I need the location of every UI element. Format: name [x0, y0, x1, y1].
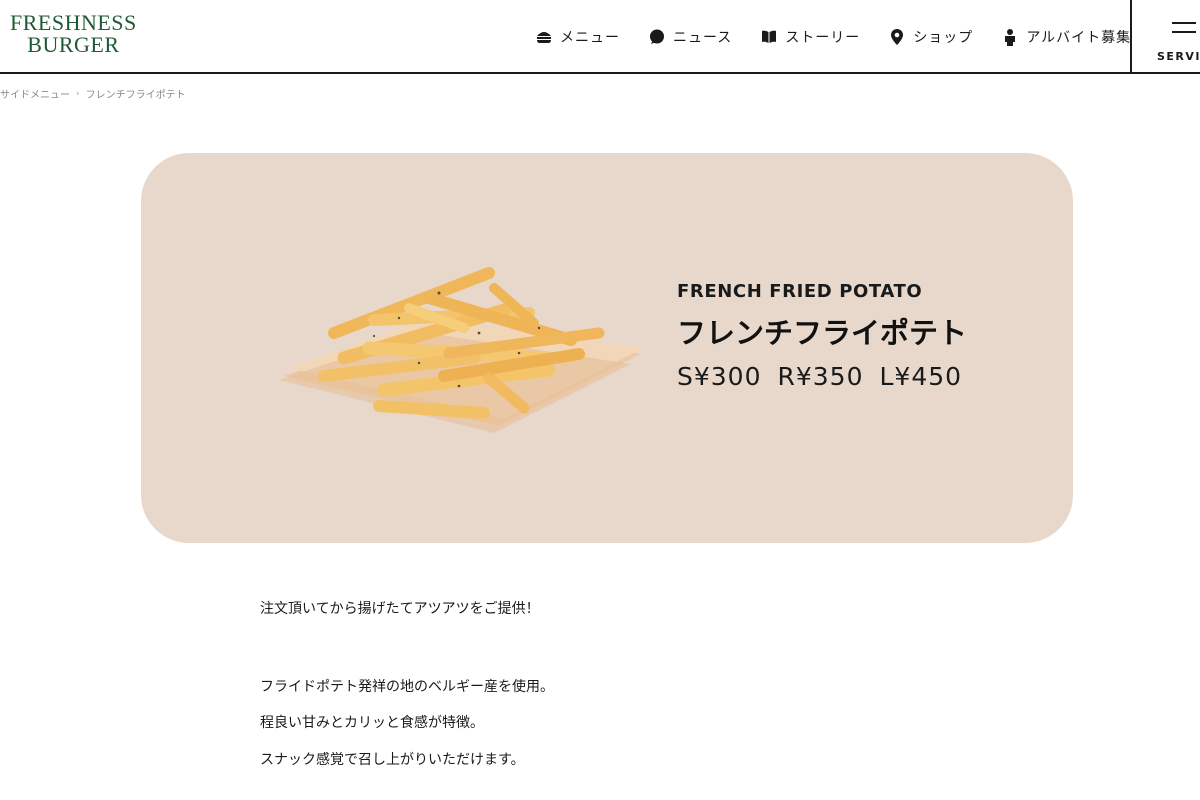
description-line: フライドポテト発祥の地のベルギー産を使用。: [260, 679, 554, 695]
nav-item-menu[interactable]: メニュー: [535, 27, 620, 47]
brand-logo-line1: FRESHNESS: [10, 10, 137, 35]
burger-icon: [535, 28, 553, 46]
price-small: S¥300: [677, 362, 762, 391]
product-hero-card: FRENCH FRIED POTATO フレンチフライポテト S¥300 R¥3…: [141, 153, 1073, 543]
nav-item-news-label: ニュース: [673, 30, 733, 46]
nav-item-story-label: ストーリー: [785, 30, 861, 46]
nav-item-shop-label: ショップ: [913, 30, 974, 46]
price-regular: R¥350: [777, 362, 864, 391]
product-info: FRENCH FRIED POTATO フレンチフライポテト S¥300 R¥3…: [677, 281, 978, 391]
service-menu-toggle[interactable]: SERVICE: [1130, 0, 1200, 72]
breadcrumb-parent-link[interactable]: サイドメニュー: [0, 86, 70, 101]
brand-logo-line2: BURGER: [27, 32, 120, 57]
breadcrumb: サイドメニュー › フレンチフライポテト: [0, 86, 186, 102]
product-prices: S¥300 R¥350 L¥450: [677, 362, 978, 391]
nav-item-menu-label: メニュー: [560, 30, 620, 46]
service-label: SERVICE: [1157, 50, 1200, 63]
site-header: FRESHNESS BURGER メニュー ニュース ストーリー ショップ アル…: [0, 0, 1200, 74]
product-image: [279, 258, 649, 452]
person-icon: [1001, 28, 1019, 46]
brand-logo[interactable]: FRESHNESS BURGER: [10, 12, 137, 56]
description-line: 注文頂いてから揚げたてアツアツをご提供！: [260, 601, 540, 617]
product-name-jp: フレンチフライポテト: [677, 316, 968, 350]
hamburger-icon-line: [1172, 31, 1196, 33]
book-icon: [760, 28, 778, 46]
map-pin-icon: [888, 28, 906, 46]
nav-item-news[interactable]: ニュース: [648, 27, 732, 47]
hamburger-icon: [1172, 22, 1196, 24]
nav-item-shop[interactable]: ショップ: [888, 27, 973, 47]
main-nav: メニュー ニュース ストーリー ショップ アルバイト募集: [535, 26, 1159, 48]
description-line: スナック感覚で召し上がりいただけます。: [260, 752, 525, 768]
speech-bubble-icon: [648, 28, 666, 46]
product-name-en: FRENCH FRIED POTATO: [677, 281, 923, 302]
nav-item-recruit-label: アルバイト募集: [1026, 30, 1132, 46]
price-large: L¥450: [879, 362, 963, 391]
chevron-right-icon: ›: [76, 88, 80, 99]
nav-item-recruit[interactable]: アルバイト募集: [1001, 27, 1131, 47]
description-line: 程良い甘みとカリッと食感が特徴。: [260, 715, 484, 731]
nav-item-story[interactable]: ストーリー: [760, 27, 860, 47]
breadcrumb-current: フレンチフライポテト: [85, 90, 186, 101]
